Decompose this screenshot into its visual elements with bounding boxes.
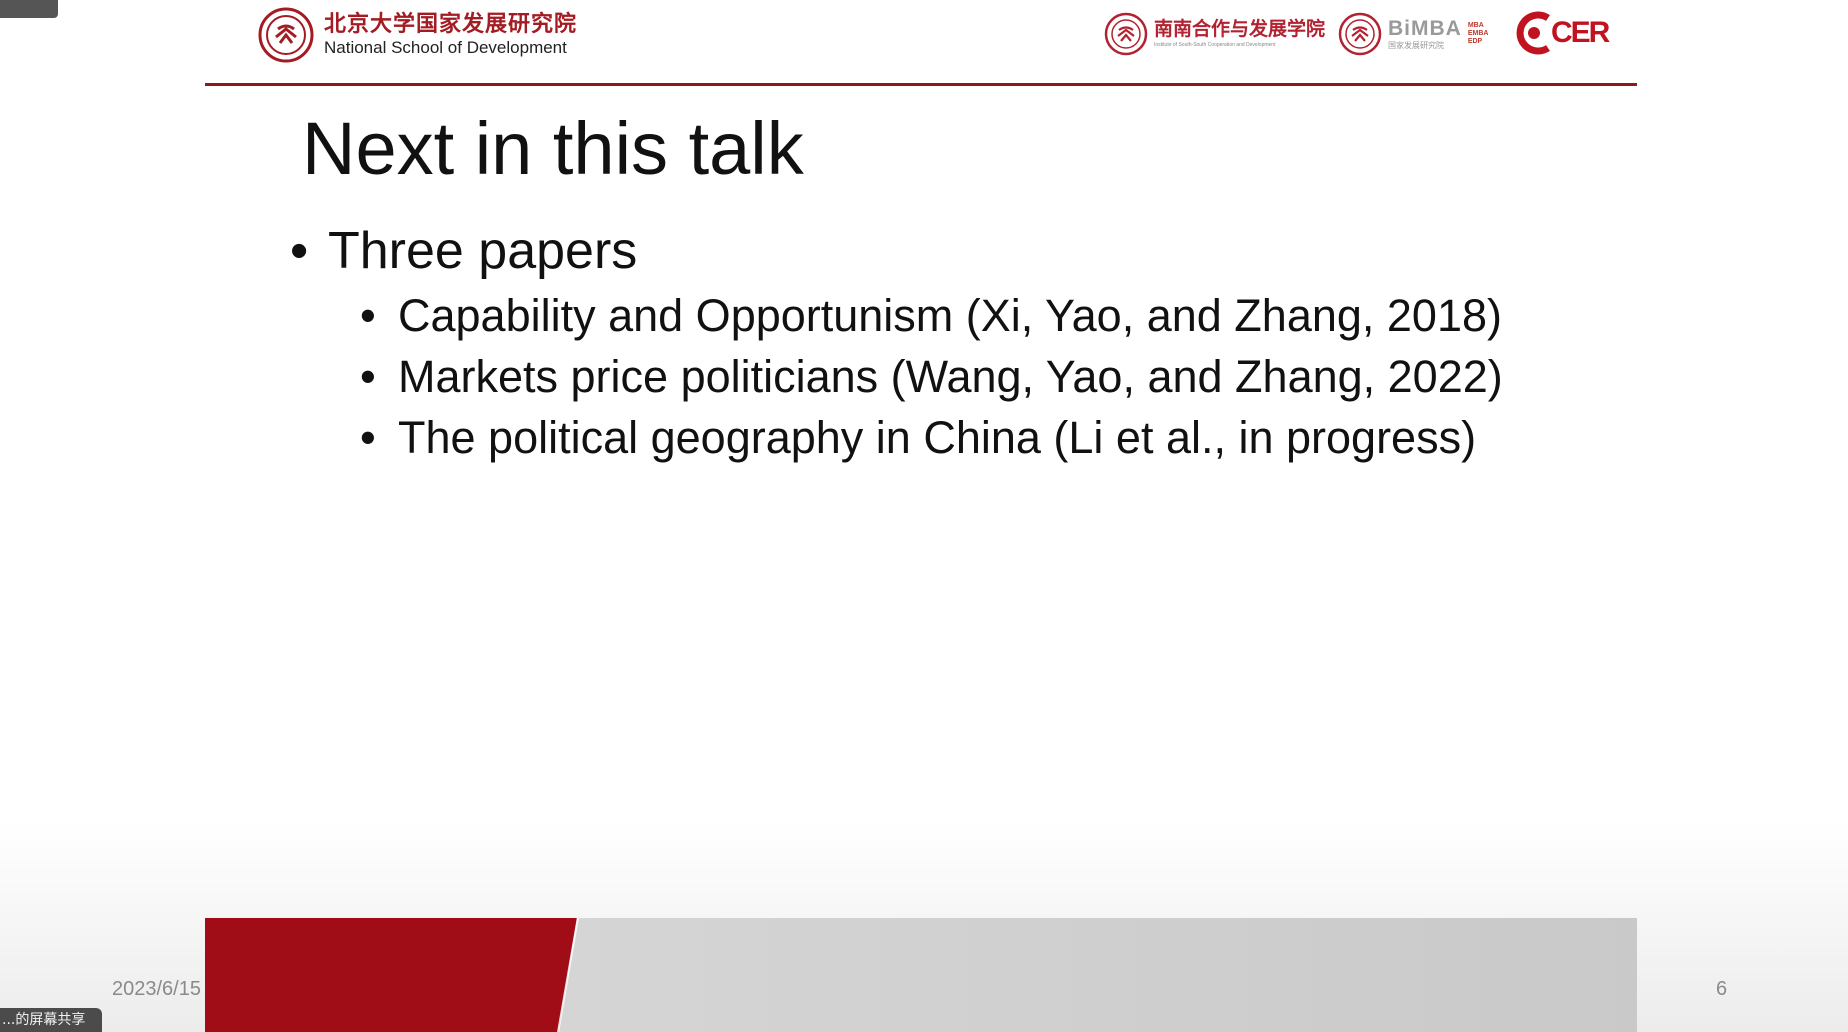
sub-bullet-item: • Capability and Opportunism (Xi, Yao, a… bbox=[360, 290, 1590, 342]
bimba-programs: MBA EMBA EDP bbox=[1468, 22, 1489, 45]
bullet-dot-icon: • bbox=[360, 350, 376, 402]
sscd-logo: 南南合作与发展学院 Institute of South-South Coope… bbox=[1104, 12, 1325, 56]
bullet-item: • Three papers bbox=[290, 222, 1590, 282]
slide-title: Next in this talk bbox=[302, 107, 804, 190]
screen-share-label[interactable]: ...的屏幕共享 bbox=[0, 1008, 102, 1032]
nsd-logo-english: National School of Development bbox=[324, 38, 567, 58]
bimba-program-label: MBA bbox=[1467, 22, 1484, 30]
nsd-logo: 北京大学国家发展研究院 National School of Developme… bbox=[258, 4, 577, 66]
bimba-logo-chinese: 国家发展研究院 bbox=[1388, 41, 1444, 50]
pku-seal-icon bbox=[258, 7, 314, 63]
sub-bullet-text: The political geography in China (Li et … bbox=[398, 411, 1477, 463]
sub-bullet-item: • Markets price politicians (Wang, Yao, … bbox=[360, 351, 1590, 403]
slide-page-number: 6 bbox=[1716, 978, 1728, 1000]
ccer-c-icon bbox=[1516, 11, 1550, 55]
bimba-program-label: EMBA bbox=[1467, 30, 1489, 38]
footer-bar bbox=[205, 918, 1637, 1032]
pku-seal-icon bbox=[1338, 12, 1382, 56]
slide-date: 2023/6/15 bbox=[112, 978, 201, 1000]
pku-seal-icon bbox=[1104, 12, 1148, 56]
bullet-list: • Three papers • Capability and Opportun… bbox=[290, 222, 1590, 473]
sub-bullet-item: • The political geography in China (Li e… bbox=[360, 412, 1590, 464]
sub-bullet-list: • Capability and Opportunism (Xi, Yao, a… bbox=[360, 290, 1590, 464]
header-divider bbox=[205, 83, 1637, 86]
nsd-logo-chinese: 北京大学国家发展研究院 bbox=[324, 12, 578, 38]
meeting-status-badge[interactable] bbox=[0, 0, 58, 18]
ccer-logo-word: CER bbox=[1551, 16, 1610, 49]
bullet-text: Three papers bbox=[328, 222, 638, 280]
sscd-logo-chinese: 南南合作与发展学院 bbox=[1154, 18, 1326, 40]
ccer-logo: CER bbox=[1514, 10, 1610, 56]
sub-bullet-text: Capability and Opportunism (Xi, Yao, and… bbox=[398, 289, 1502, 341]
footer-red-band bbox=[205, 918, 577, 1032]
bimba-program-label: EDP bbox=[1467, 37, 1483, 45]
sub-bullet-text: Markets price politicians (Wang, Yao, an… bbox=[398, 350, 1503, 402]
bimba-logo: BiMBA 国家发展研究院 MBA EMBA EDP bbox=[1338, 12, 1488, 56]
bullet-dot-icon: • bbox=[360, 411, 376, 463]
bullet-dot-icon: • bbox=[360, 289, 376, 341]
bimba-logo-word: BiMBA bbox=[1388, 17, 1462, 40]
sscd-logo-english: Institute of South-South Cooperation and… bbox=[1154, 42, 1276, 48]
bullet-dot-icon: • bbox=[290, 222, 309, 280]
